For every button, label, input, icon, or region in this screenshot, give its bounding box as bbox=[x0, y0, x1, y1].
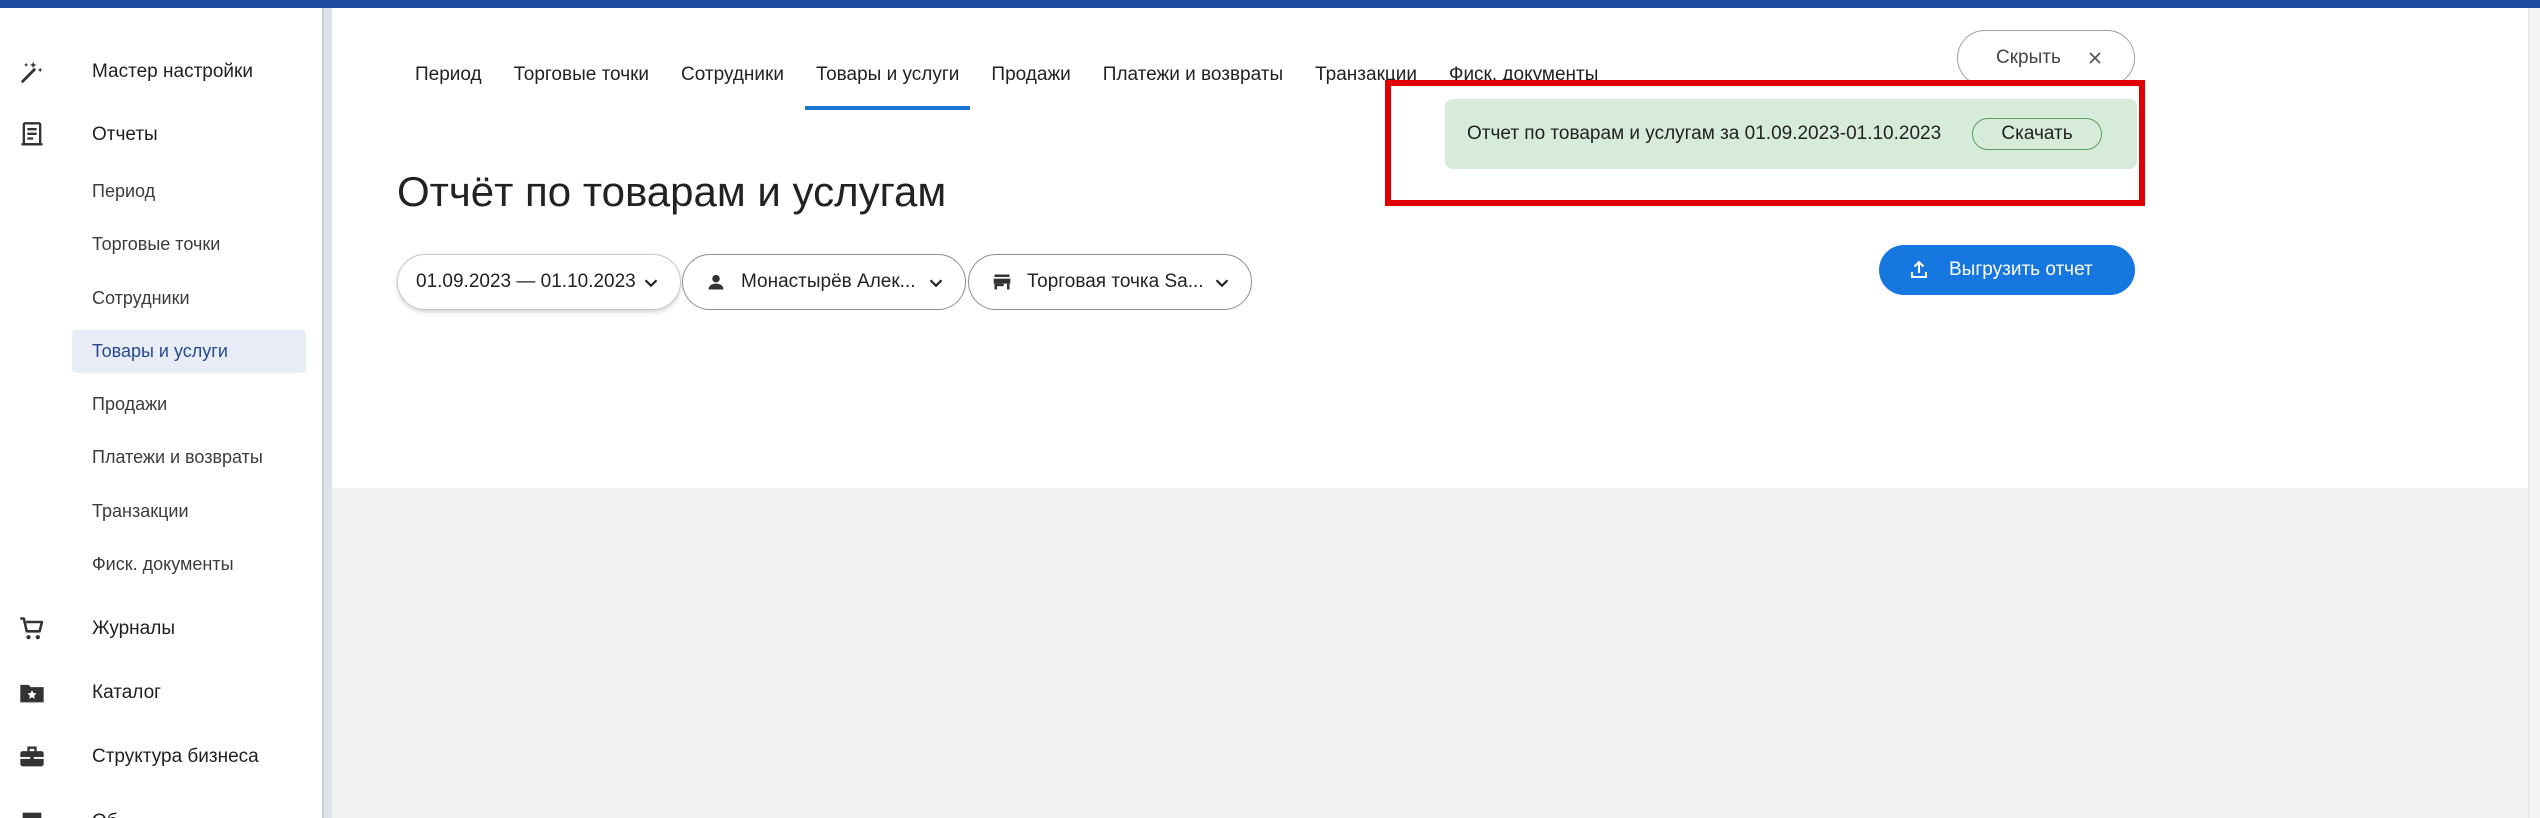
upload-icon bbox=[1911, 260, 1927, 278]
sidebar-item-label: Каталог bbox=[92, 682, 162, 703]
page-title: Отчёт по товарам и услугам bbox=[397, 168, 947, 215]
sidebar-item-sales[interactable]: Продажи bbox=[72, 383, 306, 426]
report-icon bbox=[16, 119, 48, 151]
date-range-value: 01.09.2023 — 01.10.2023 bbox=[416, 271, 636, 292]
sidebar-item-label: Структура бизнеса bbox=[92, 746, 259, 767]
date-range-filter[interactable]: 01.09.2023 — 01.10.2023 bbox=[397, 254, 681, 310]
sidebar-item-reports[interactable]: Отчеты bbox=[0, 105, 322, 165]
employee-filter[interactable]: Монастырёв Алек... bbox=[682, 254, 966, 310]
sidebar-item-label: Продажи bbox=[92, 394, 168, 414]
sidebar-item-setup-wizard[interactable]: Мастер настройки bbox=[0, 42, 322, 102]
tab-goods-services[interactable]: Товары и услуги bbox=[804, 48, 971, 110]
sidebar-item-employees[interactable]: Сотрудники bbox=[72, 277, 306, 320]
sidebar-item-label: Сотрудники bbox=[92, 288, 190, 308]
point-of-sale-filter[interactable]: Торговая точка Sa... bbox=[968, 254, 1252, 310]
sidebar-item-other[interactable]: Об bbox=[0, 792, 322, 818]
sidebar-item-outlets[interactable]: Торговые точки bbox=[72, 223, 306, 266]
sidebar-item-fiscal-documents[interactable]: Фиск. документы bbox=[72, 543, 306, 586]
sidebar-divider bbox=[322, 8, 332, 818]
sidebar-item-label: Торговые точки bbox=[92, 234, 221, 254]
point-of-sale-value: Торговая точка Sa... bbox=[1027, 271, 1204, 292]
sidebar-item-goods-services[interactable]: Товары и услуги bbox=[72, 330, 306, 373]
tab-label: Период bbox=[415, 64, 482, 85]
folder-star-icon bbox=[16, 677, 48, 709]
sidebar-item-label: Мастер настройки bbox=[92, 61, 253, 82]
export-report-button[interactable]: Выгрузить отчет bbox=[1879, 245, 2135, 295]
sidebar-item-catalog[interactable]: Каталог bbox=[0, 663, 322, 723]
tab-period[interactable]: Период bbox=[404, 48, 493, 110]
briefcase-icon bbox=[16, 741, 48, 773]
hide-button-label: Скрыть bbox=[1996, 47, 2061, 68]
sidebar-item-label: Журналы bbox=[92, 618, 175, 639]
sidebar-item-payments-refunds[interactable]: Платежи и возвраты bbox=[72, 436, 306, 479]
sidebar-item-period[interactable]: Период bbox=[72, 170, 306, 213]
top-strip bbox=[0, 0, 2540, 8]
store-icon bbox=[991, 271, 1013, 293]
tab-label: Торговые точки bbox=[513, 64, 650, 85]
document-icon bbox=[16, 806, 48, 818]
sidebar-item-label: Товары и услуги bbox=[92, 341, 228, 361]
tab-outlets[interactable]: Торговые точки bbox=[503, 48, 660, 110]
employee-value: Монастырёв Алек... bbox=[741, 271, 916, 292]
sidebar-item-label: Фиск. документы bbox=[92, 554, 234, 574]
export-button-label: Выгрузить отчет bbox=[1949, 259, 2093, 280]
magic-wand-icon bbox=[16, 56, 48, 88]
sidebar-item-transactions[interactable]: Транзакции bbox=[72, 490, 306, 533]
tab-payments-refunds[interactable]: Платежи и возвраты bbox=[1092, 48, 1294, 110]
tab-label: Сотрудники bbox=[681, 64, 784, 85]
tab-label: Товары и услуги bbox=[815, 64, 960, 85]
chevron-down-icon bbox=[1215, 279, 1229, 288]
content-area bbox=[332, 488, 2528, 818]
cart-icon bbox=[16, 613, 48, 645]
sidebar-item-journals[interactable]: Журналы bbox=[0, 599, 322, 659]
sidebar-item-label: Период bbox=[92, 181, 156, 201]
sidebar-item-business-structure[interactable]: Структура бизнеса bbox=[0, 727, 322, 787]
tab-employees[interactable]: Сотрудники bbox=[670, 48, 795, 110]
sidebar-item-label: Платежи и возвраты bbox=[92, 447, 263, 467]
sidebar-item-label: Транзакции bbox=[92, 501, 189, 521]
chevron-down-icon bbox=[929, 279, 943, 288]
sidebar-item-label: Об bbox=[92, 811, 118, 818]
tab-sales[interactable]: Продажи bbox=[980, 48, 1081, 110]
highlight-frame bbox=[1385, 80, 2145, 206]
sidebar: Мастер настройки Отчеты Период Торговые … bbox=[0, 8, 322, 818]
scrollbar-track[interactable] bbox=[2528, 8, 2540, 818]
close-icon bbox=[2082, 45, 2108, 71]
tab-label: Продажи bbox=[991, 64, 1071, 85]
person-icon bbox=[705, 271, 727, 293]
sidebar-item-label: Отчеты bbox=[92, 124, 158, 145]
chevron-down-icon bbox=[644, 279, 658, 288]
tab-label: Платежи и возвраты bbox=[1102, 64, 1284, 85]
hide-button[interactable]: Скрыть bbox=[1957, 30, 2135, 86]
